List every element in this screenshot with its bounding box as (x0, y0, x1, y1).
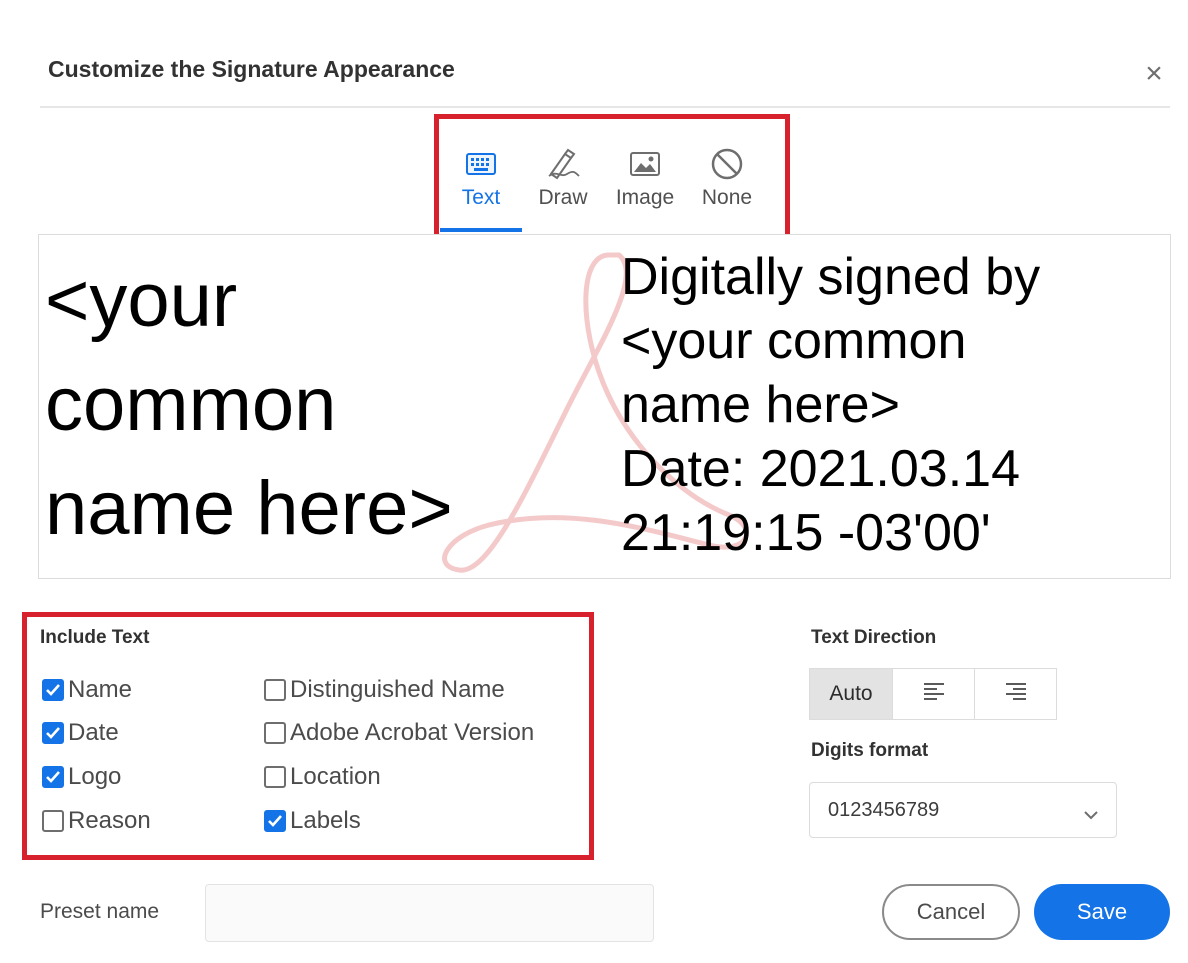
checkbox-box[interactable] (264, 810, 286, 832)
digits-format-select[interactable]: 0123456789 (809, 782, 1117, 838)
signature-preview: <your common name here> Digitally signed… (38, 234, 1171, 579)
checkbox-acrobat-version[interactable]: Adobe Acrobat Version (264, 719, 534, 747)
checkbox-date[interactable]: Date (42, 719, 119, 747)
include-text-heading: Include Text (40, 627, 150, 648)
keyboard-icon (461, 146, 501, 182)
text-direction-group: Auto (809, 668, 1057, 720)
checkbox-box[interactable] (42, 722, 64, 744)
checkbox-box[interactable] (264, 722, 286, 744)
tab-text-label: Text (461, 186, 501, 209)
checkbox-label: Name (68, 676, 133, 703)
preview-detail-line: <your common (621, 312, 967, 370)
text-direction-heading: Text Direction (811, 627, 937, 648)
align-right-icon (1005, 682, 1027, 706)
digits-format-value: 0123456789 (828, 798, 940, 821)
checkbox-label: Date (68, 719, 119, 746)
preview-name-line: <your (45, 258, 238, 343)
checkbox-label: Adobe Acrobat Version (290, 719, 535, 746)
image-icon (625, 146, 665, 182)
chevron-down-icon (1084, 803, 1098, 826)
tab-none[interactable]: None (686, 138, 768, 232)
checkbox-distinguished-name[interactable]: Distinguished Name (264, 676, 505, 704)
checkbox-label: Distinguished Name (290, 676, 505, 703)
checkmark-icon (46, 684, 60, 696)
checkbox-label: Reason (68, 807, 151, 834)
preview-detail-line: Date: 2021.03.14 (621, 440, 1020, 498)
checkbox-location[interactable]: Location (264, 763, 381, 791)
preset-name-input[interactable] (205, 884, 654, 942)
checkbox-box[interactable] (42, 766, 64, 788)
checkbox-reason[interactable]: Reason (42, 807, 151, 835)
close-button[interactable]: × (1136, 56, 1172, 92)
checkbox-logo[interactable]: Logo (42, 763, 121, 791)
checkmark-icon (46, 727, 60, 739)
direction-right-button[interactable] (975, 668, 1057, 720)
dialog-title: Customize the Signature Appearance (48, 56, 455, 82)
preview-details: Digitally signed by <your common name he… (621, 245, 1161, 565)
align-left-icon (923, 682, 945, 706)
tab-draw-label: Draw (538, 186, 588, 209)
checkbox-box[interactable] (42, 810, 64, 832)
appearance-tabs: Text Draw Image None (440, 138, 768, 232)
checkmark-icon (46, 771, 60, 783)
preview-name: <your common name here> (45, 249, 605, 561)
preview-name-line: common (45, 362, 337, 447)
checkbox-box[interactable] (264, 679, 286, 701)
checkmark-icon (268, 815, 282, 827)
preset-name-label: Preset name (40, 900, 160, 923)
tab-draw[interactable]: Draw (522, 138, 604, 232)
preview-name-line: name here> (45, 466, 453, 551)
cancel-button[interactable]: Cancel (882, 884, 1020, 940)
direction-left-button[interactable] (893, 668, 975, 720)
pen-icon (543, 146, 583, 182)
none-icon (707, 146, 747, 182)
save-button[interactable]: Save (1034, 884, 1170, 940)
checkbox-box[interactable] (264, 766, 286, 788)
checkbox-label: Logo (68, 763, 122, 790)
direction-auto-button[interactable]: Auto (809, 668, 893, 720)
checkbox-label: Location (290, 763, 381, 790)
checkbox-label: Labels (290, 807, 361, 834)
close-icon: × (1145, 57, 1163, 90)
tab-none-label: None (701, 186, 753, 209)
tab-image[interactable]: Image (604, 138, 686, 232)
preview-detail-line: name here> (621, 376, 900, 434)
tab-text[interactable]: Text (440, 138, 522, 232)
checkbox-name[interactable]: Name (42, 676, 132, 704)
preview-detail-line: 21:19:15 -03'00' (621, 504, 991, 562)
checkbox-box[interactable] (42, 679, 64, 701)
preview-detail-line: Digitally signed by (621, 248, 1041, 306)
title-divider (40, 106, 1170, 108)
digits-format-heading: Digits format (811, 740, 929, 761)
tab-image-label: Image (615, 186, 675, 209)
checkbox-labels[interactable]: Labels (264, 807, 361, 835)
direction-auto-label: Auto (829, 682, 873, 705)
